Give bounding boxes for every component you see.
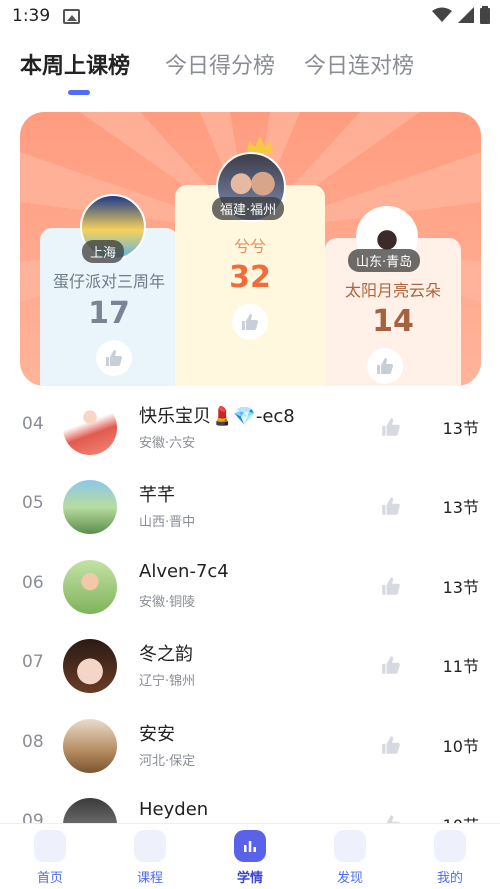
user-location: 安徽·铜陵 <box>139 595 196 610</box>
name-third: 太阳月亮云朵 <box>344 281 441 300</box>
rank-number: 06 <box>22 573 44 593</box>
thumbs-up-icon[interactable] <box>380 416 402 438</box>
thumbs-up-icon <box>106 350 122 366</box>
like-button-second[interactable] <box>96 340 132 376</box>
user-name: 快乐宝贝💄💎-ec8 <box>139 406 295 427</box>
score-first: 32 <box>229 260 271 295</box>
tab-daily-streak[interactable]: 今日连对榜 <box>304 48 414 80</box>
list-item[interactable]: 04 快乐宝贝💄💎-ec8 安徽·六安 13节 <box>0 388 500 468</box>
thumbs-up-icon[interactable] <box>380 575 402 597</box>
thumbs-up-icon <box>377 358 393 374</box>
course-icon <box>134 830 166 862</box>
user-name: 冬之韵 <box>139 644 193 665</box>
nav-course[interactable]: 课程 <box>100 824 200 889</box>
chart-icon <box>234 830 266 862</box>
profile-icon <box>434 830 466 862</box>
rank-number: 05 <box>22 493 44 513</box>
like-button-first[interactable] <box>232 304 268 340</box>
nav-label: 我的 <box>436 871 463 886</box>
avatar[interactable] <box>63 719 117 773</box>
user-location: 山西·晋中 <box>139 515 196 530</box>
podium-card: 上海 蛋仔派对三周年 17 福建·福州 兮兮 32 山东·青岛 太阳月亮云朵 1… <box>20 112 481 386</box>
nav-label: 课程 <box>136 871 163 886</box>
nav-label: 学情 <box>236 871 263 886</box>
avatar[interactable] <box>63 401 117 455</box>
location-first: 福建·福州 <box>212 197 285 220</box>
rank-number: 04 <box>22 414 44 434</box>
battery-icon <box>480 6 490 24</box>
class-count: 13节 <box>442 498 479 517</box>
avatar[interactable] <box>63 560 117 614</box>
user-name: 芊芊 <box>139 485 175 506</box>
avatar[interactable] <box>63 639 117 693</box>
thumbs-up-icon[interactable] <box>380 654 402 676</box>
discover-icon <box>334 830 366 862</box>
name-second: 蛋仔派对三周年 <box>52 272 165 291</box>
score-second: 17 <box>88 296 130 331</box>
thumbs-up-icon <box>242 314 258 330</box>
list-item[interactable]: 08 安安 河北·保定 10节 <box>0 706 500 786</box>
class-count: 13节 <box>442 419 479 438</box>
score-third: 14 <box>372 304 414 339</box>
list-item[interactable]: 06 Alven-7c4 安徽·铜陵 13节 <box>0 547 500 627</box>
user-location: 河北·保定 <box>139 754 196 769</box>
avatar[interactable] <box>63 480 117 534</box>
tab-daily-score[interactable]: 今日得分榜 <box>165 48 275 80</box>
class-count: 11节 <box>442 657 479 676</box>
user-name: Alven-7c4 <box>139 561 229 582</box>
thumbs-up-icon[interactable] <box>380 495 402 517</box>
user-location: 辽宁·锦州 <box>139 674 196 689</box>
tab-weekly-class[interactable]: 本周上课榜 <box>20 48 130 80</box>
image-icon <box>63 9 80 24</box>
like-button-third[interactable] <box>367 348 403 384</box>
name-first: 兮兮 <box>233 237 266 256</box>
home-icon <box>34 830 66 862</box>
nav-label: 发现 <box>336 871 363 886</box>
signal-icon <box>458 7 474 23</box>
user-name: 安安 <box>139 724 175 745</box>
nav-discover[interactable]: 发现 <box>300 824 400 889</box>
rank-number: 07 <box>22 652 44 672</box>
location-second: 上海 <box>82 240 125 263</box>
status-icons <box>432 6 490 24</box>
status-bar: 1:39 <box>0 0 500 34</box>
status-time: 1:39 <box>12 6 51 26</box>
user-name: Heyden <box>139 799 209 820</box>
thumbs-up-icon[interactable] <box>380 734 402 756</box>
nav-label: 首页 <box>36 871 63 886</box>
wifi-icon <box>432 7 452 22</box>
location-third: 山东·青岛 <box>348 249 421 272</box>
user-location: 安徽·六安 <box>139 436 196 451</box>
list-item[interactable]: 07 冬之韵 辽宁·锦州 11节 <box>0 626 500 706</box>
active-tab-indicator <box>68 90 90 95</box>
class-count: 13节 <box>442 578 479 597</box>
rank-number: 08 <box>22 732 44 752</box>
nav-learning[interactable]: 学情 <box>200 824 300 889</box>
nav-profile[interactable]: 我的 <box>400 824 500 889</box>
nav-home[interactable]: 首页 <box>0 824 100 889</box>
class-count: 10节 <box>442 737 479 756</box>
bottom-nav: 首页 课程 学情 发现 我的 <box>0 823 500 889</box>
list-item[interactable]: 05 芊芊 山西·晋中 13节 <box>0 467 500 547</box>
